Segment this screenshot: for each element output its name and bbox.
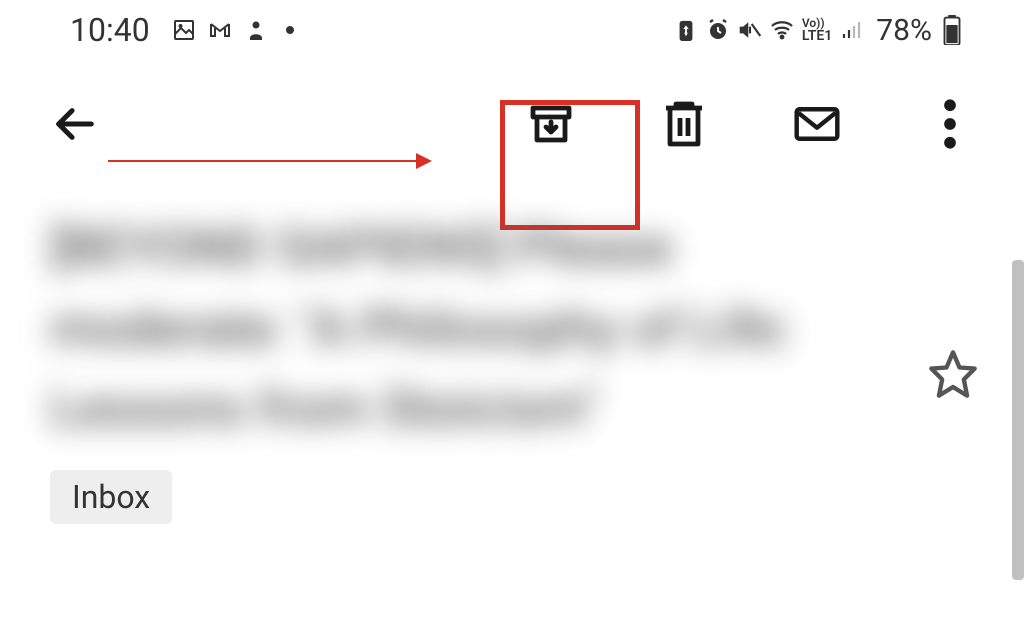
status-right: Vo)) LTE1 78%: [674, 13, 964, 48]
back-button[interactable]: [50, 100, 98, 148]
battery-icon: [940, 18, 964, 42]
annotation-arrow: [108, 160, 418, 162]
notification-dot: [286, 26, 294, 34]
volte-indicator: Vo)) LTE1: [802, 17, 832, 43]
more-menu-button[interactable]: [926, 100, 974, 148]
wifi-icon: [770, 18, 794, 42]
email-content: [BEYOND SAPIENS] Please moderate: "A Phi…: [0, 188, 1024, 524]
recycle-icon: [674, 18, 698, 42]
signal-icon: [840, 18, 864, 42]
alarm-icon: [706, 18, 730, 42]
scrollbar[interactable]: [1012, 260, 1024, 580]
delete-button[interactable]: [660, 100, 708, 148]
status-left: 10:40: [70, 11, 294, 49]
image-icon: [172, 18, 196, 42]
status-time: 10:40: [70, 11, 150, 49]
mute-icon: [738, 18, 762, 42]
email-subject-blurred: [BEYOND SAPIENS] Please moderate: "A Phi…: [50, 208, 830, 450]
person-icon: [244, 18, 268, 42]
star-button[interactable]: [927, 348, 979, 404]
gmail-icon: [208, 18, 232, 42]
inbox-label[interactable]: Inbox: [50, 470, 172, 524]
status-bar: 10:40 Vo)) LTE1 78%: [0, 0, 1024, 60]
battery-percentage: 78%: [876, 13, 932, 48]
mark-unread-button[interactable]: [793, 100, 841, 148]
